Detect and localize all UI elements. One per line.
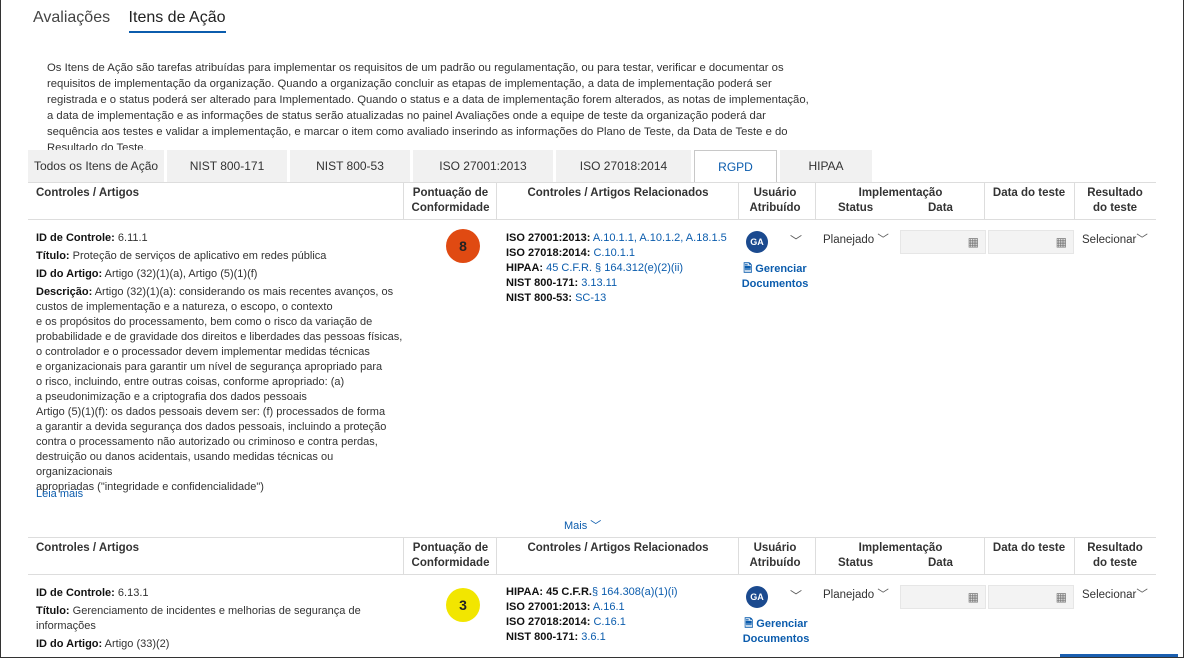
col-status: Status <box>838 557 874 569</box>
calendar-icon: ▦ <box>967 590 979 604</box>
divider <box>496 182 497 220</box>
tab-hipaa[interactable]: HIPAA <box>780 150 872 182</box>
row2-control-info: ID de Controle: 6.13.1 Título: Gerenciam… <box>36 587 361 650</box>
implementation-date-input[interactable]: ▦ <box>900 230 986 254</box>
test-result-select[interactable]: Selecionar﹀ <box>1082 586 1148 602</box>
related-link[interactable]: § 164.308(a)(1)(i) <box>592 586 678 598</box>
test-result-select[interactable]: Selecionar﹀ <box>1082 231 1148 247</box>
divider <box>738 182 739 220</box>
manage-documents-link[interactable]: 🗎 Gerenciar Documentos <box>740 262 810 292</box>
chevron-down-icon[interactable]: ﹀ <box>790 587 802 604</box>
col-score: Pontuação de Conformidade <box>411 542 490 569</box>
col-controls: Controles / Artigos <box>36 542 140 554</box>
implementation-date-input[interactable]: ▦ <box>900 585 986 609</box>
tab-iso-27018[interactable]: ISO 27018:2014 <box>556 150 691 182</box>
col-impl-date: Data <box>928 202 953 214</box>
framework-tabs: Todos os Itens de Ação NIST 800-171 NIST… <box>28 150 875 182</box>
related-link[interactable]: C.16.1 <box>593 616 625 628</box>
related-link[interactable]: 3.13.11 <box>581 277 617 289</box>
avatar[interactable]: GA <box>746 586 768 608</box>
related-link[interactable]: SC-13 <box>575 292 606 304</box>
chevron-down-icon: ﹀ <box>877 234 889 246</box>
document-icon: 🗎 <box>744 618 754 630</box>
status-dropdown[interactable]: Planejado ﹀ <box>823 586 889 602</box>
col-controls: Controles / Artigos <box>36 187 140 199</box>
more-button[interactable]: Mais ﹀ <box>564 517 601 533</box>
related-link[interactable]: 3.6.1 <box>581 631 605 643</box>
divider <box>403 537 404 575</box>
col-status: Status <box>838 202 874 214</box>
col-implementation: Implementação <box>858 187 943 199</box>
divider <box>738 537 739 575</box>
test-date-input[interactable]: ▦ <box>988 585 1074 609</box>
col-related: Controles / Artigos Relacionados <box>527 187 709 199</box>
col-user: Usuário Atribuído <box>749 187 801 214</box>
divider <box>984 182 985 220</box>
test-date-input[interactable]: ▦ <box>988 230 1074 254</box>
row2-related: HIPAA: 45 C.F.R.§ 164.308(a)(1)(i) ISO 2… <box>506 586 678 643</box>
table-header: Controles / Artigos Pontuação de Conformi… <box>28 182 1156 220</box>
col-related: Controles / Artigos Relacionados <box>527 542 709 554</box>
calendar-icon: ▦ <box>1055 590 1067 604</box>
read-more-link[interactable]: Leia mais <box>36 488 83 500</box>
chevron-down-icon: ﹀ <box>877 589 889 601</box>
related-link[interactable]: A.16.1 <box>593 601 625 613</box>
related-link[interactable]: C.10.1.1 <box>593 247 635 259</box>
divider <box>815 537 816 575</box>
tab-assessments[interactable]: Avaliações <box>33 9 110 31</box>
row1-related: ISO 27001:2013: A.10.1.1, A.10.1.2, A.18… <box>506 232 727 304</box>
tab-iso-27001[interactable]: ISO 27001:2013 <box>413 150 553 182</box>
calendar-icon: ▦ <box>967 235 979 249</box>
tab-nist-800-53[interactable]: NIST 800-53 <box>290 150 410 182</box>
col-implementation: Implementação <box>858 542 943 554</box>
divider <box>815 182 816 220</box>
col-score: Pontuação de Conformidade <box>411 187 490 214</box>
related-link[interactable]: 45 C.F.R. § 164.312(e)(2)(ii) <box>546 262 683 274</box>
document-icon: 🗎 <box>743 263 753 275</box>
tab-rgpd[interactable]: RGPD <box>694 150 777 182</box>
chevron-down-icon: ﹀ <box>1136 589 1148 601</box>
col-test-result: Resultado do teste <box>1087 542 1143 569</box>
col-test-result: Resultado do teste <box>1087 187 1143 214</box>
divider <box>984 537 985 575</box>
chevron-down-icon: ﹀ <box>1136 234 1148 246</box>
scroll-indicator <box>1060 654 1178 657</box>
score-badge: 8 <box>446 229 480 263</box>
score-badge: 3 <box>446 588 480 622</box>
chevron-down-icon: ﹀ <box>587 520 602 532</box>
col-test-date: Data do teste <box>992 542 1066 554</box>
chevron-down-icon[interactable]: ﹀ <box>790 232 802 249</box>
status-dropdown[interactable]: Planejado ﹀ <box>823 231 889 247</box>
tab-action-items[interactable]: Itens de Ação <box>128 9 226 33</box>
avatar[interactable]: GA <box>746 231 768 253</box>
col-test-date: Data do teste <box>992 187 1066 199</box>
row1-control-info: ID de Controle: 6.11.1 Título: Proteção … <box>36 231 408 495</box>
tab-nist-800-171[interactable]: NIST 800-171 <box>167 150 287 182</box>
col-user: Usuário Atribuído <box>749 542 801 569</box>
intro-text: Os Itens de Ação são tarefas atribuídas … <box>47 62 809 154</box>
calendar-icon: ▦ <box>1055 235 1067 249</box>
divider <box>496 537 497 575</box>
related-link[interactable]: A.10.1.1, A.10.1.2, A.18.1.5 <box>593 232 727 244</box>
tab-all[interactable]: Todos os Itens de Ação <box>28 150 164 182</box>
col-impl-date: Data <box>928 557 953 569</box>
top-nav: Avaliações Itens de Ação <box>33 9 240 33</box>
row1-description: Descrição: Artigo (32)(1)(a): consideran… <box>36 286 403 493</box>
table-header: Controles / Artigos Pontuação de Conformi… <box>28 537 1156 575</box>
divider <box>403 182 404 220</box>
manage-documents-link[interactable]: 🗎 Gerenciar Documentos <box>740 617 812 647</box>
divider <box>1074 182 1075 220</box>
divider <box>1074 537 1075 575</box>
